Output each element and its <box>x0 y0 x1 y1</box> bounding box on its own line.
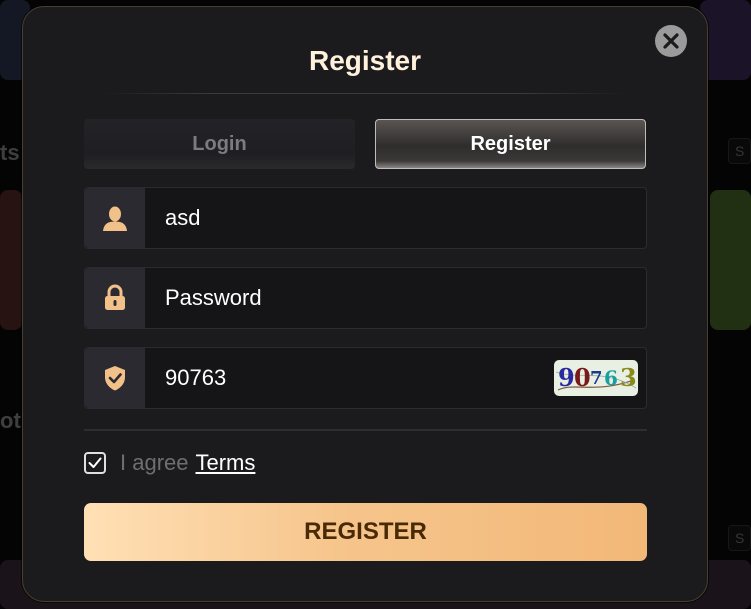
password-input[interactable]: Password <box>145 285 646 311</box>
captcha-field[interactable]: 90763 9 0 7 6 3 <box>84 347 647 409</box>
title-divider <box>103 93 627 94</box>
user-icon <box>103 206 127 231</box>
captcha-digit: 9 <box>558 363 575 392</box>
agree-checkbox[interactable] <box>84 452 106 474</box>
agree-label: I agree Terms <box>120 450 255 476</box>
shield-icon <box>105 366 125 391</box>
captcha-icon-box <box>85 348 145 408</box>
form-divider <box>84 429 647 431</box>
captcha-digit: 3 <box>620 363 637 392</box>
agree-row: I agree Terms <box>84 448 255 478</box>
check-icon <box>88 457 102 468</box>
agree-text: I agree <box>120 450 189 475</box>
username-field[interactable]: asd <box>84 187 647 249</box>
captcha-digit: 0 <box>574 363 591 392</box>
auth-tabs: Login Register <box>84 119 647 169</box>
username-input[interactable]: asd <box>145 205 646 231</box>
captcha-digit: 6 <box>604 366 618 390</box>
password-field[interactable]: Password <box>84 267 647 329</box>
register-submit-button[interactable]: REGISTER <box>84 503 647 561</box>
tab-register[interactable]: Register <box>375 119 646 169</box>
password-icon-box <box>85 268 145 328</box>
lock-icon <box>105 284 125 310</box>
username-icon-box <box>85 188 145 248</box>
register-modal: Register Login Register asd Password 907… <box>22 6 708 602</box>
captcha-image[interactable]: 9 0 7 6 3 <box>554 360 638 396</box>
modal-title: Register <box>308 45 422 76</box>
tab-login[interactable]: Login <box>84 119 355 169</box>
terms-link[interactable]: Terms <box>196 450 256 476</box>
captcha-digit: 7 <box>590 368 603 389</box>
